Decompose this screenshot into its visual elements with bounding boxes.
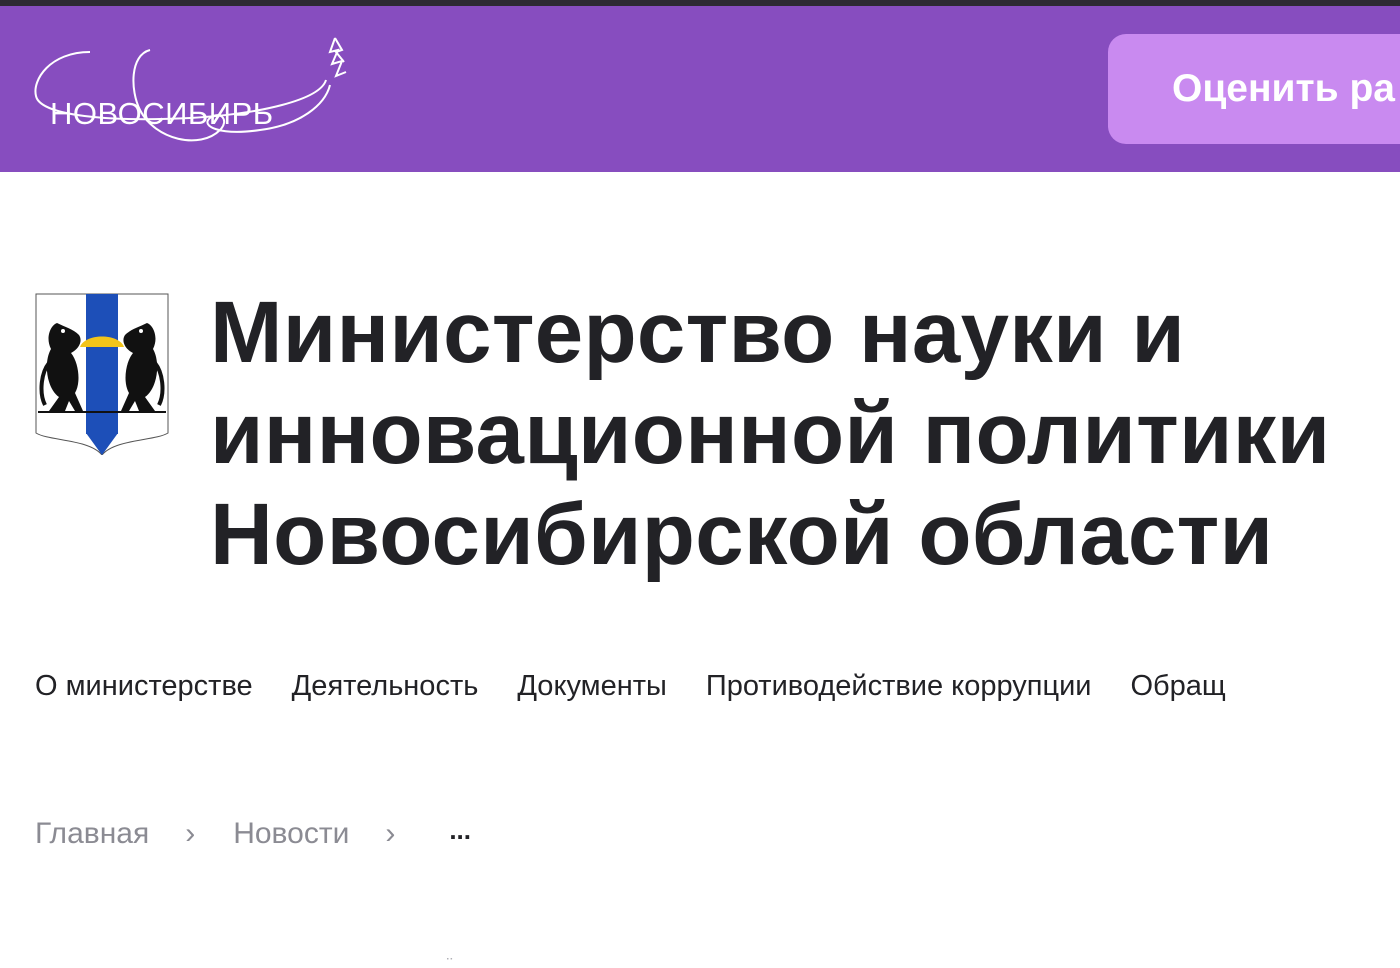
content-edge-fragment: ʺ <box>446 958 466 968</box>
logo-swirl-icon <box>34 37 347 142</box>
nav-item-appeals[interactable]: Обращ <box>1130 664 1225 708</box>
title-line: Министерство науки и <box>210 284 1186 381</box>
main-nav: О министерстве Деятельность Документы Пр… <box>35 664 1265 708</box>
breadcrumb-current: ... <box>449 814 471 845</box>
site-header: НОВОСИБИРЬ Оценить ра <box>0 6 1400 172</box>
coat-of-arms-icon <box>35 293 169 456</box>
nav-item-documents[interactable]: Документы <box>517 664 667 708</box>
page-title: Министерство науки и инновационной полит… <box>210 282 1390 585</box>
logo-text: НОВОСИБИРЬ <box>50 96 274 131</box>
site-logo[interactable]: НОВОСИБИРЬ <box>30 30 360 154</box>
nav-item-anticorruption[interactable]: Противодействие коррупции <box>706 664 1092 708</box>
title-line: инновационной политики <box>210 385 1331 482</box>
nav-item-about[interactable]: О министерстве <box>35 664 253 708</box>
breadcrumb: Главная › Новости › ... <box>35 812 471 856</box>
chevron-right-icon: › <box>185 817 196 850</box>
breadcrumb-home[interactable]: Главная <box>35 817 149 851</box>
nav-item-activity[interactable]: Деятельность <box>292 664 479 708</box>
chevron-right-icon: › <box>385 817 396 850</box>
title-line: Новосибирской области <box>210 486 1274 583</box>
rate-button[interactable]: Оценить ра <box>1108 34 1400 144</box>
breadcrumb-news[interactable]: Новости <box>233 817 349 851</box>
